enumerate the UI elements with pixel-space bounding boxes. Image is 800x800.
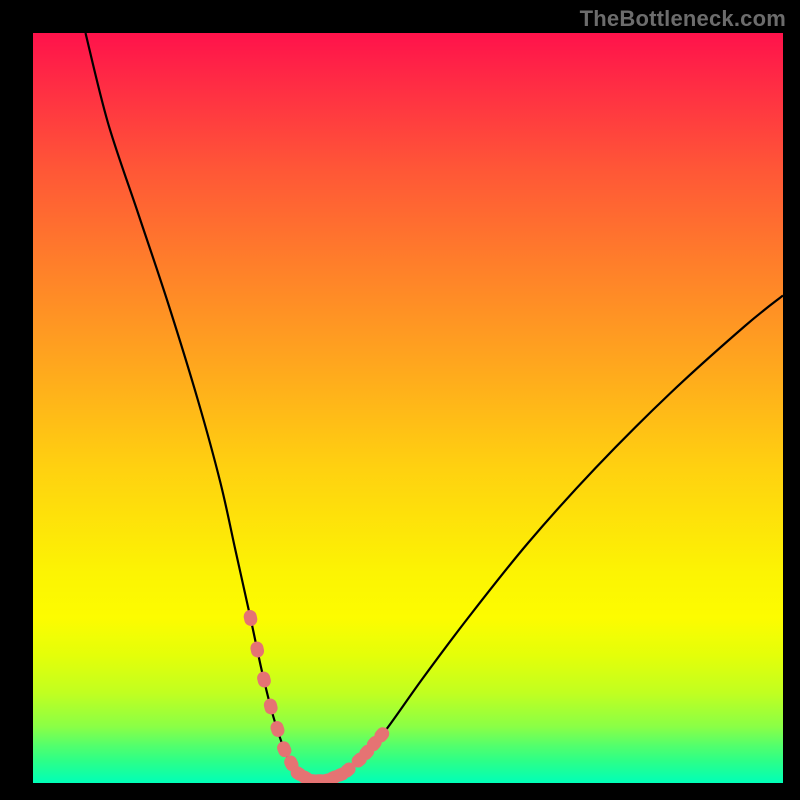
highlight-segment-left-pill	[256, 670, 272, 689]
highlight-segment-left-pill	[242, 609, 258, 627]
highlight-segment-left-pill	[269, 719, 286, 738]
watermark-text: TheBottleneck.com	[580, 6, 786, 32]
highlight-markers	[242, 609, 391, 783]
highlight-segment-left-pill	[249, 640, 265, 658]
highlight-segment-left-pill	[262, 697, 279, 716]
bottleneck-curve	[86, 33, 784, 782]
chart-frame: TheBottleneck.com	[0, 0, 800, 800]
plot-area	[33, 33, 783, 783]
bottleneck-curve-path	[86, 33, 784, 782]
curve-layer	[33, 33, 783, 783]
